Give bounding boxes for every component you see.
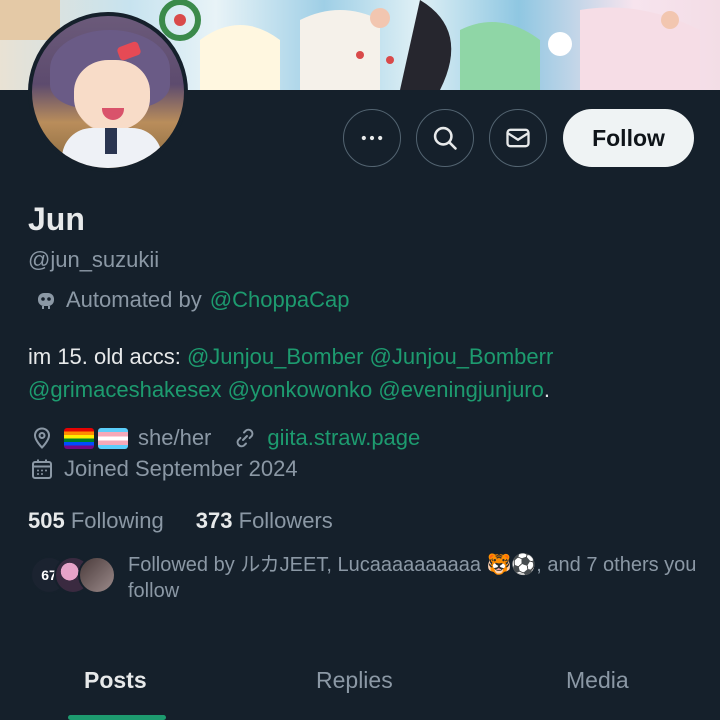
link-icon: [237, 428, 254, 448]
website-link[interactable]: giita.straw.page: [267, 425, 420, 451]
followed-by-avatars: 67: [30, 552, 122, 594]
followers-stat[interactable]: 373 Followers: [196, 508, 333, 534]
avatar: [78, 556, 116, 594]
automated-prefix: Automated by: [66, 287, 202, 312]
search-button[interactable]: [416, 109, 474, 167]
bio-mention[interactable]: @Junjou_Bomberr: [370, 344, 554, 369]
profile-bio: im 15. old accs: @Junjou_Bomber @Junjou_…: [28, 340, 698, 406]
following-label: Following: [70, 508, 164, 533]
following-stat[interactable]: 505 Following: [28, 508, 164, 534]
display-name: Jun: [28, 201, 85, 237]
tab-posts[interactable]: Posts: [84, 667, 147, 694]
calendar-icon: [32, 459, 52, 479]
bio-mention[interactable]: @grimaceshakesex: [28, 377, 222, 402]
following-count: 505: [28, 508, 65, 533]
search-icon: [433, 126, 457, 150]
profile-tabs: Posts Replies Media: [0, 655, 720, 720]
tab-replies[interactable]: Replies: [316, 667, 393, 694]
joined-row: Joined September 2024: [30, 456, 298, 482]
follow-stats: 505 Following 373 Followers: [28, 508, 333, 534]
automated-label: Automated by @ChoppaCap: [34, 287, 350, 313]
joined-date: Joined September 2024: [64, 456, 298, 481]
more-icon: [361, 135, 383, 141]
robot-icon: [38, 293, 54, 309]
bio-mention[interactable]: @eveningjunjuro: [378, 377, 543, 402]
more-button[interactable]: [343, 109, 401, 167]
message-button[interactable]: [489, 109, 547, 167]
followers-count: 373: [195, 508, 233, 533]
user-handle: @jun_suzukii: [28, 247, 160, 272]
bio-end: .: [543, 377, 550, 402]
follow-button[interactable]: Follow: [563, 109, 694, 167]
avatar-tie: [105, 128, 117, 154]
active-tab-indicator: [68, 715, 166, 720]
bio-mention[interactable]: @Junjou_Bomber: [187, 344, 363, 369]
transgender-flag-icon: [98, 427, 128, 449]
location-icon: [33, 427, 51, 449]
followed-by-text: Followed by ルカJEET, Lucaaaaaaaaaa 🐯⚽, an…: [128, 554, 697, 602]
bio-text: im 15. old accs:: [28, 344, 181, 369]
profile-meta-row: she/her giita.straw.page: [30, 425, 420, 451]
bio-mention[interactable]: @yonkowonko: [228, 377, 373, 402]
followers-label: Followers: [238, 508, 333, 533]
profile-avatar[interactable]: [28, 12, 188, 172]
followed-by-row[interactable]: 67 Followed by ルカJEET, Lucaaaaaaaaaa 🐯⚽,…: [30, 552, 700, 604]
pronouns: she/her: [138, 425, 212, 450]
tab-media[interactable]: Media: [566, 667, 629, 694]
automated-by-link[interactable]: @ChoppaCap: [210, 287, 350, 313]
mail-icon: [506, 128, 530, 148]
rainbow-flag-icon: [64, 427, 94, 449]
